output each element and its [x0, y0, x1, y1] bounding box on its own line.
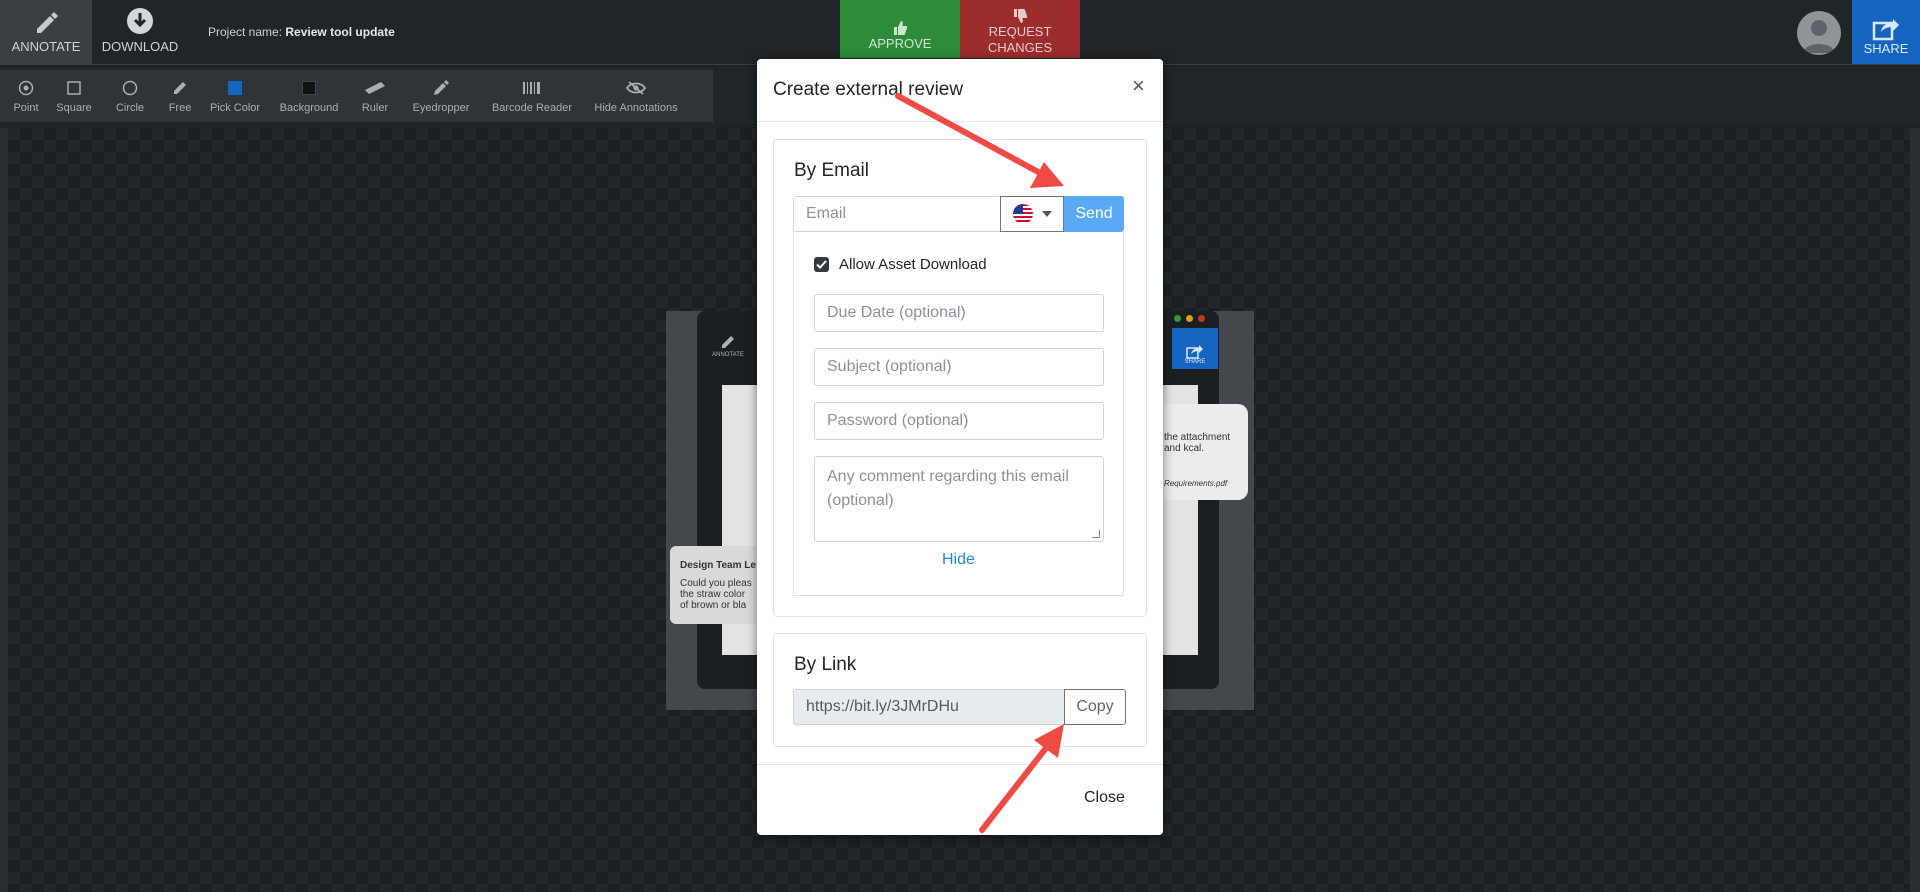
create-external-review-modal: Create external review × By Email Email …	[757, 59, 1163, 835]
avatar[interactable]	[1797, 11, 1841, 55]
check-icon	[816, 260, 827, 269]
email-input[interactable]: Email	[793, 196, 1001, 232]
pencil-icon	[37, 12, 58, 33]
comment-text: Could you pleas the straw color of brown…	[680, 578, 752, 611]
barcode-icon	[523, 82, 540, 94]
thumbs-up-icon	[894, 21, 908, 35]
subject-field[interactable]: Subject (optional)	[814, 348, 1104, 386]
right-panel-edge[interactable]	[1910, 128, 1920, 892]
tool-label: Hide Annotations	[594, 102, 678, 114]
share-icon	[1186, 345, 1203, 359]
comment-textarea[interactable]: Any comment regarding this email (option…	[814, 456, 1104, 542]
comment-bubble-right: the attachment and kcal. Requirements.pd…	[1158, 404, 1248, 500]
us-flag-icon	[1013, 204, 1033, 224]
annotation-tools: Point Square Circle Free Pick Color Back…	[0, 70, 713, 122]
modal-footer-divider	[757, 764, 1163, 765]
ruler-icon	[365, 82, 385, 94]
tool-square[interactable]: Square	[46, 70, 102, 122]
caret-down-icon	[1042, 211, 1052, 217]
background-swatch-icon	[302, 81, 316, 95]
tool-eyedropper[interactable]: Eyedropper	[400, 70, 482, 122]
attachment-name: Requirements.pdf	[1164, 479, 1228, 488]
request-changes-button[interactable]: REQUEST CHANGES	[960, 0, 1080, 58]
tool-free[interactable]: Free	[158, 70, 202, 122]
eye-slash-icon	[625, 81, 647, 95]
top-bar: ANNOTATE DOWNLOAD Project name: Review t…	[0, 0, 1920, 65]
tool-point[interactable]: Point	[6, 70, 46, 122]
tool-label: Square	[56, 102, 92, 114]
password-field[interactable]: Password (optional)	[814, 402, 1104, 440]
by-email-heading: By Email	[794, 160, 869, 181]
color-swatch-icon	[228, 81, 242, 95]
send-button[interactable]: Send	[1064, 196, 1124, 232]
preview-annotate: ANNOTATE	[706, 334, 750, 358]
share-link-field[interactable]: https://bit.ly/3JMrDHu	[793, 689, 1065, 725]
approve-button[interactable]: APPROVE	[840, 0, 960, 58]
circle-icon	[122, 80, 138, 96]
tool-label: Ruler	[361, 102, 389, 114]
comment-placeholder: Any comment regarding this email (option…	[827, 468, 1069, 509]
comment-author: Design Team Le	[680, 560, 756, 571]
pencil-icon	[174, 82, 186, 94]
tool-label: Eyedropper	[412, 102, 470, 114]
tool-label: Free	[168, 102, 192, 114]
download-label: DOWNLOAD	[101, 39, 179, 54]
eyedropper-icon	[434, 80, 449, 95]
square-icon	[67, 81, 81, 95]
user-icon	[1803, 20, 1835, 53]
modal-title: Create external review	[773, 79, 964, 100]
point-icon	[18, 80, 34, 96]
approve-label: APPROVE	[868, 36, 932, 51]
tool-label: Barcode Reader	[491, 102, 573, 114]
tool-circle[interactable]: Circle	[102, 70, 158, 122]
resize-handle[interactable]	[1092, 530, 1100, 538]
allow-download-label: Allow Asset Download	[839, 256, 987, 273]
tool-label: Pick Color	[209, 102, 261, 114]
tool-label: Point	[13, 102, 39, 114]
project-name-value: Review tool update	[285, 25, 395, 39]
tool-label: Background	[279, 102, 339, 114]
tool-barcode-reader[interactable]: Barcode Reader	[482, 70, 582, 122]
tool-ruler[interactable]: Ruler	[350, 70, 400, 122]
tool-pick-color[interactable]: Pick Color	[202, 70, 268, 122]
share-button[interactable]: SHARE	[1852, 0, 1920, 64]
modal-header-divider	[757, 121, 1163, 122]
preview-share-label: SHARE	[1184, 359, 1206, 365]
comment-bubble-left: Design Team Le Could you pleas the straw…	[670, 546, 756, 624]
preview-annotate-label: ANNOTATE	[712, 352, 744, 358]
country-dropdown[interactable]	[1000, 196, 1064, 232]
preview-share: SHARE	[1172, 328, 1218, 369]
request-changes-label: REQUEST CHANGES	[987, 24, 1053, 55]
copy-button[interactable]: Copy	[1064, 689, 1126, 725]
download-icon	[127, 8, 153, 34]
share-label: SHARE	[1863, 41, 1909, 56]
tool-hide-annotations[interactable]: Hide Annotations	[582, 70, 690, 122]
window-dots	[1174, 315, 1205, 322]
download-button[interactable]: DOWNLOAD	[92, 0, 188, 64]
pencil-icon	[722, 336, 734, 348]
project-name: Project name: Review tool update	[208, 25, 395, 39]
annotate-button[interactable]: ANNOTATE	[0, 0, 92, 64]
share-icon	[1872, 19, 1899, 41]
left-panel-edge[interactable]	[0, 128, 8, 892]
tool-background[interactable]: Background	[268, 70, 350, 122]
thumbs-down-icon	[1014, 9, 1028, 23]
comment-text: the attachment and kcal.	[1164, 432, 1231, 454]
hide-link[interactable]: Hide	[942, 551, 975, 569]
tool-label: Circle	[115, 102, 145, 114]
modal-close-x[interactable]: ×	[1132, 73, 1145, 99]
allow-download-checkbox[interactable]	[814, 257, 829, 272]
project-prefix: Project name:	[208, 25, 283, 39]
due-date-field[interactable]: Due Date (optional)	[814, 294, 1104, 332]
by-link-heading: By Link	[794, 654, 857, 675]
close-button[interactable]: Close	[1084, 789, 1125, 807]
annotate-label: ANNOTATE	[11, 39, 81, 54]
